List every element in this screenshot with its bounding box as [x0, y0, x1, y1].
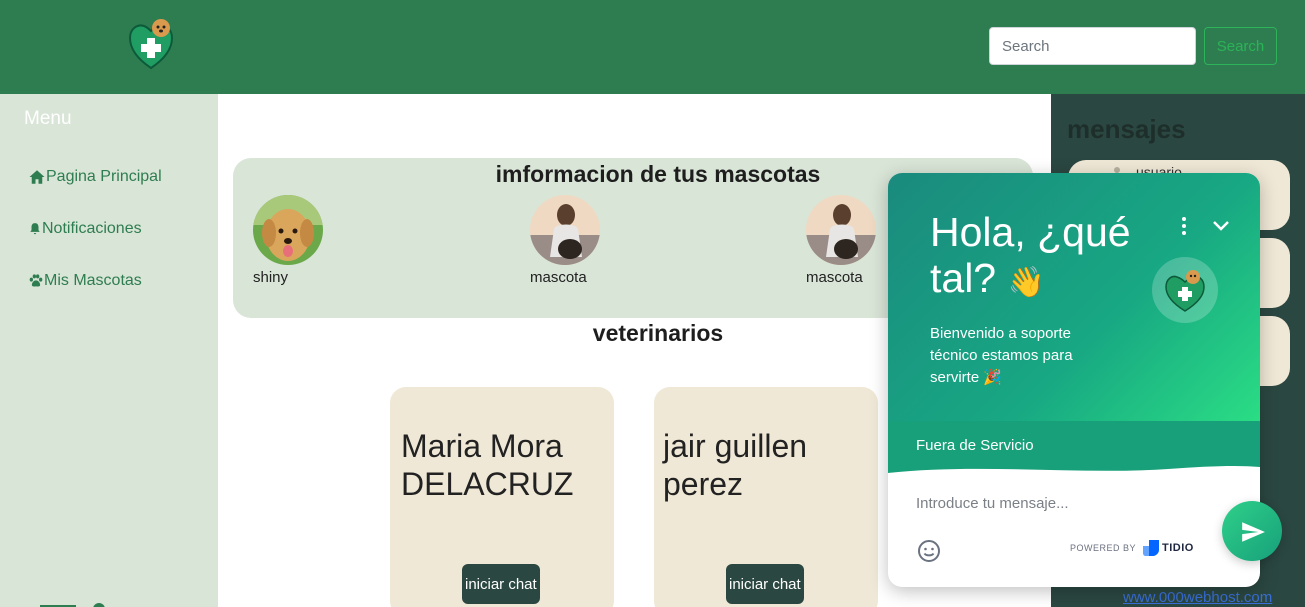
service-status: Fuera de Servicio — [916, 437, 1034, 454]
menu-title: Menu — [24, 108, 72, 129]
send-button[interactable] — [1222, 501, 1282, 561]
agent-avatar — [1152, 257, 1218, 323]
chat-message-input[interactable] — [916, 495, 1216, 512]
more-options-icon[interactable] — [1178, 215, 1190, 237]
tidio-logo-icon — [1143, 540, 1159, 556]
pet-card[interactable]: shiny — [253, 195, 323, 286]
vet-name: jair guillen perez — [663, 428, 808, 502]
footer-link[interactable]: www.000webhost.com — [1123, 589, 1272, 606]
sidebar-item-label: Notificaciones — [42, 220, 142, 237]
chat-greeting: Hola, ¿qué tal? 👋 — [930, 209, 1150, 306]
sidebar-item-mis-mascotas[interactable]: Mis Mascotas — [28, 272, 142, 290]
powered-by-label: POWERED BY — [1070, 543, 1137, 553]
app-logo[interactable] — [128, 18, 174, 72]
pet-avatar — [530, 195, 600, 265]
search-button[interactable]: Search — [1204, 27, 1277, 65]
paw-icon — [29, 274, 43, 287]
wave-divider — [888, 465, 1260, 483]
chat-widget: Hola, ¿qué tal? 👋 Bienvenido a soporte t… — [888, 173, 1260, 587]
search-input[interactable] — [989, 27, 1196, 65]
party-emoji: 🎉 — [983, 369, 1003, 386]
pet-avatar — [806, 195, 876, 265]
pet-name: mascota — [530, 269, 587, 286]
sidebar-item-notificaciones[interactable]: Notificaciones — [28, 220, 142, 238]
sidebar-item-label: Pagina Principal — [46, 168, 162, 185]
pet-name: shiny — [253, 269, 289, 286]
start-chat-button[interactable]: iniciar chat — [462, 564, 540, 604]
home-icon — [29, 170, 45, 184]
vet-card: Maria Mora DELACRUZ iniciar chat — [390, 387, 614, 607]
sidebar: Menu Pagina Principal Notificaciones Mis… — [0, 94, 218, 607]
pet-avatar — [253, 195, 323, 265]
bell-icon — [30, 223, 40, 235]
sidebar-footer-item[interactable] — [40, 598, 105, 607]
vet-name: Maria Mora DELACRUZ — [401, 428, 574, 502]
chat-subtitle: Bienvenido a soporte técnico estamos par… — [930, 323, 1120, 389]
sidebar-item-pagina-principal[interactable]: Pagina Principal — [28, 168, 162, 186]
tidio-brand: TIDIO — [1162, 542, 1194, 554]
pet-name: mascota — [806, 269, 863, 286]
pet-card[interactable]: mascota — [806, 195, 876, 286]
vet-card: jair guillen perez iniciar chat — [654, 387, 878, 607]
send-icon — [1242, 522, 1265, 542]
sidebar-item-label: Mis Mascotas — [44, 272, 142, 289]
top-navbar: Search — [0, 0, 1305, 94]
minimize-chevron-icon[interactable] — [1211, 219, 1231, 233]
pet-card[interactable]: mascota — [530, 195, 600, 286]
emoji-icon[interactable] — [917, 539, 941, 563]
wave-emoji: 👋 — [1007, 266, 1045, 299]
messages-title: mensajes — [1067, 114, 1186, 144]
start-chat-button[interactable]: iniciar chat — [726, 564, 804, 604]
